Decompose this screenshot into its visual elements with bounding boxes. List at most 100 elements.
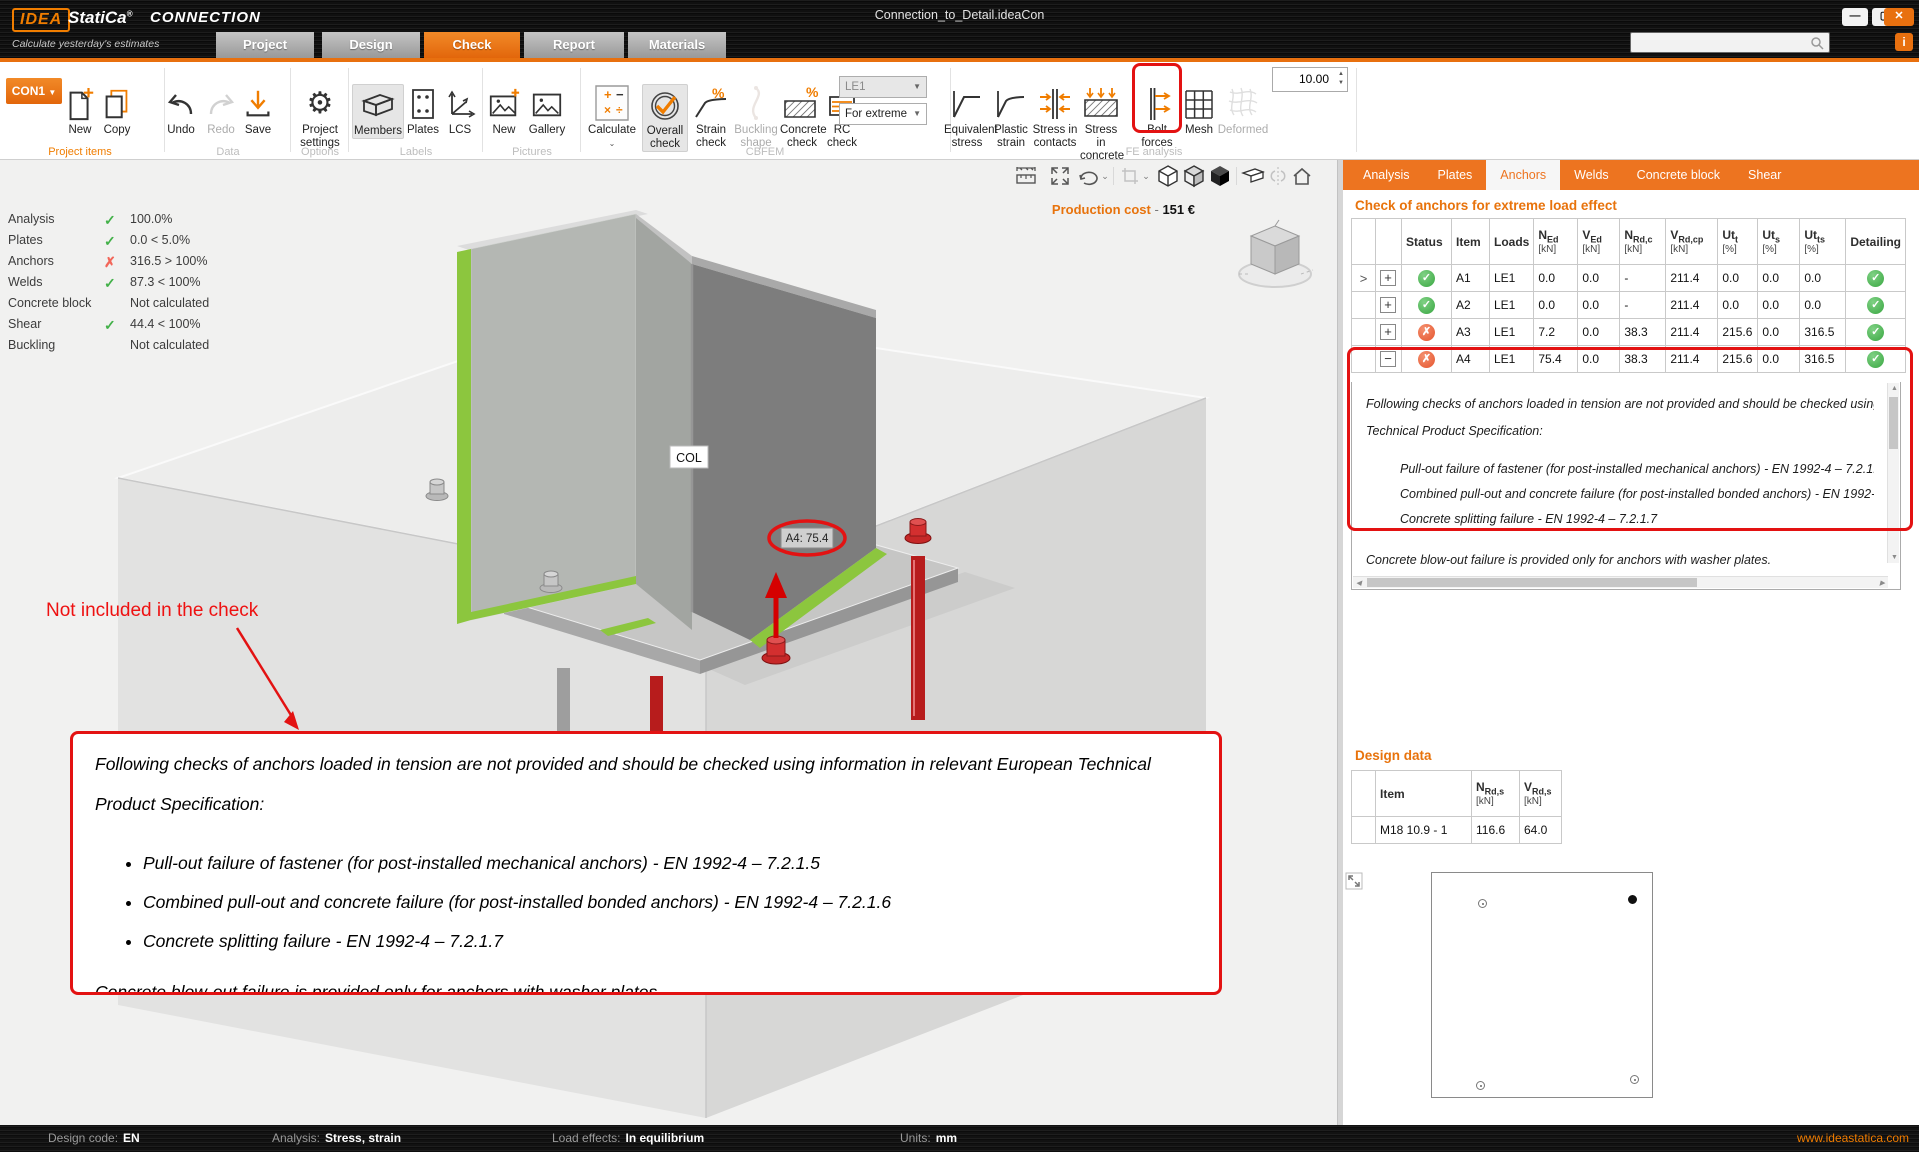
expand-toggle[interactable]: + <box>1380 270 1396 286</box>
row-expander[interactable] <box>1352 346 1376 373</box>
group-caption-fe-analysis: FE analysis <box>952 146 1356 158</box>
rotate-view-icon[interactable] <box>1076 164 1100 188</box>
production-cost: Production cost - 151 € <box>860 202 1195 217</box>
mirror-view-icon[interactable] <box>1266 164 1290 188</box>
new-picture-button[interactable]: New <box>486 84 522 137</box>
cell-nrdc: 38.3 <box>1620 346 1666 373</box>
cell-utts: 0.0 <box>1800 292 1846 319</box>
plastic-strain-button[interactable]: Plastic strain <box>990 84 1032 150</box>
chevron-down-icon[interactable]: ⌄ <box>1099 164 1111 188</box>
gallery-button[interactable]: Gallery <box>524 84 570 137</box>
design-header-row: Item NRd,s[kN] VRd,s[kN] <box>1352 771 1562 817</box>
tab-project[interactable]: Project <box>216 32 314 58</box>
wireframe-cube-icon[interactable] <box>1156 164 1180 188</box>
note-bullet: Pull-out failure of fastener (for post-i… <box>143 844 1195 883</box>
title-bar: IDEA StatiCa® CONNECTION Calculate yeste… <box>0 0 1919 58</box>
col-ved: VEd[kN] <box>1578 219 1620 265</box>
table-row-a4[interactable]: − A4 LE1 75.4 0.0 38.3 211.4 215.6 0.0 3… <box>1352 346 1906 373</box>
stress-in-contacts-button[interactable]: Stress in contacts <box>1032 84 1078 150</box>
collapse-toggle[interactable]: − <box>1380 351 1396 367</box>
website-link[interactable]: www.ideastatica.com <box>1797 1131 1909 1145</box>
col-nrds: NRd,s[kN] <box>1472 771 1520 817</box>
mesh-button[interactable]: Mesh <box>1182 84 1216 137</box>
toolbar-separator <box>1113 167 1114 185</box>
home-view-icon[interactable] <box>1290 164 1314 188</box>
shaded-cube-icon[interactable] <box>1182 164 1206 188</box>
measure-icon[interactable] <box>1014 164 1038 188</box>
button-label: Mesh <box>1182 124 1216 137</box>
equivalent-stress-button[interactable]: Equivalent stress <box>944 84 990 150</box>
extreme-filter-dropdown[interactable]: For extreme▼ <box>839 103 927 125</box>
rtab-concrete-block[interactable]: Concrete block <box>1623 160 1734 190</box>
rtab-plates[interactable]: Plates <box>1424 160 1487 190</box>
plate-icon <box>406 84 440 124</box>
tab-report[interactable]: Report <box>524 32 624 58</box>
chevron-down-icon[interactable]: ⌄ <box>1140 164 1152 188</box>
rtab-analysis[interactable]: Analysis <box>1349 160 1424 190</box>
project-settings-button[interactable]: ⚙ Project settings <box>290 84 350 150</box>
group-caption-project-items: Project items <box>0 146 160 158</box>
concrete-check-button[interactable]: % Concrete check <box>780 84 824 150</box>
deformed-scale-stepper[interactable]: 10.00▲▼ <box>1272 67 1348 92</box>
overall-check-button[interactable]: Overall check <box>642 84 688 152</box>
table-row-a2[interactable]: + A2 LE1 0.0 0.0 - 211.4 0.0 0.0 0.0 <box>1352 292 1906 319</box>
scrollbar-thumb[interactable] <box>1889 397 1898 449</box>
buckling-shape-button[interactable]: Buckling shape <box>733 84 779 150</box>
rtab-shear[interactable]: Shear <box>1734 160 1795 190</box>
clip-view-icon[interactable] <box>1241 164 1265 188</box>
horizontal-scrollbar[interactable]: ◀▶ <box>1353 576 1888 588</box>
statusbar-load-effects: Load effects:In equilibrium <box>552 1131 704 1145</box>
row-expander[interactable]: > <box>1352 265 1376 292</box>
col-toggle <box>1376 219 1402 265</box>
lcs-toggle-button[interactable]: LCS <box>441 84 479 137</box>
section-crop-icon[interactable] <box>1118 164 1142 188</box>
members-toggle-button[interactable]: Members <box>352 84 404 139</box>
strain-check-button[interactable]: % Strain check <box>690 84 732 150</box>
bolt-forces-button[interactable]: Bolt forces <box>1136 84 1178 150</box>
table-row-a3[interactable]: + A3 LE1 7.2 0.0 38.3 211.4 215.6 0.0 31… <box>1352 319 1906 346</box>
scrollbar-thumb[interactable] <box>1367 578 1697 587</box>
solid-cube-icon[interactable] <box>1208 164 1232 188</box>
search-input[interactable] <box>1630 32 1830 53</box>
detail-bullet: Pull-out failure of fastener (for post-i… <box>1400 457 1874 482</box>
col-status: Status <box>1402 219 1452 265</box>
tab-materials[interactable]: Materials <box>628 32 726 58</box>
deformed-button[interactable]: Deformed <box>1216 84 1270 137</box>
cell-utts: 316.5 <box>1800 319 1846 346</box>
calculate-button[interactable]: +−×÷ Calculate ⌄ <box>584 84 640 150</box>
copy-project-item-button[interactable]: Copy <box>98 84 136 137</box>
group-caption-options: Options <box>292 146 348 158</box>
row-expander[interactable] <box>1352 292 1376 319</box>
rtab-anchors[interactable]: Anchors <box>1486 160 1560 190</box>
viewport-3d[interactable]: COL A4: 75.4 Analysis✓100.0% Plates✓0.0 … <box>0 160 1337 1125</box>
design-data-row[interactable]: M18 10.9 - 1 116.6 64.0 <box>1352 817 1562 844</box>
table-row-a1[interactable]: > + A1 LE1 0.0 0.0 - 211.4 0.0 0.0 0.0 <box>1352 265 1906 292</box>
tab-check[interactable]: Check <box>424 32 520 58</box>
minimize-button[interactable]: — <box>1842 8 1868 26</box>
row-expander[interactable] <box>1352 319 1376 346</box>
vertical-scrollbar[interactable]: ▲▼ <box>1887 383 1899 563</box>
cell-loads: LE1 <box>1490 265 1534 292</box>
redo-button[interactable]: Redo <box>202 84 240 137</box>
new-project-item-button[interactable]: New <box>62 84 98 137</box>
rtab-welds[interactable]: Welds <box>1560 160 1623 190</box>
expand-toggle[interactable]: + <box>1380 297 1396 313</box>
col-item: Item <box>1452 219 1490 265</box>
status-row-welds: Welds✓87.3 < 100% <box>8 273 258 294</box>
fit-view-icon[interactable] <box>1048 164 1072 188</box>
load-case-dropdown[interactable]: LE1▼ <box>839 76 927 98</box>
expand-preview-icon[interactable] <box>1345 872 1363 890</box>
connection-selector-dropdown[interactable]: CON1 ▼ <box>6 78 62 104</box>
close-button[interactable]: ✕ <box>1884 8 1914 26</box>
undo-button[interactable]: Undo <box>160 84 202 137</box>
tab-design[interactable]: Design <box>322 32 420 58</box>
view-cube[interactable] <box>1235 218 1315 294</box>
expand-toggle[interactable]: + <box>1380 324 1396 340</box>
note-bullet-list: Pull-out failure of fastener (for post-i… <box>95 844 1195 961</box>
detailing-ok-icon <box>1867 324 1884 341</box>
cell-loads: LE1 <box>1490 319 1534 346</box>
info-button[interactable]: i <box>1895 33 1913 51</box>
plates-toggle-button[interactable]: Plates <box>406 84 440 137</box>
cell-nrdc: 38.3 <box>1620 319 1666 346</box>
save-button[interactable]: Save <box>240 84 276 137</box>
